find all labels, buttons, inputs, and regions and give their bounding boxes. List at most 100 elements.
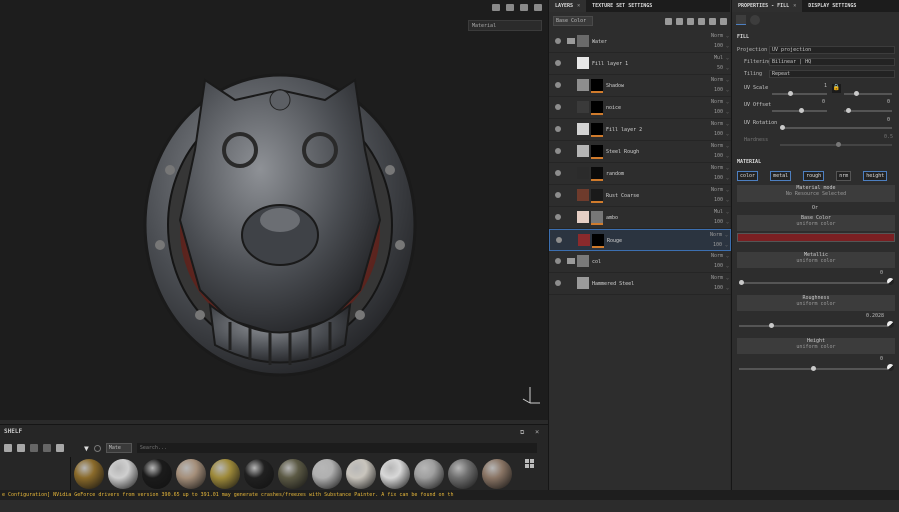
layer-row[interactable]: Water Norm 100 ⌄ ⌄	[549, 31, 731, 53]
material-thumbnail[interactable]	[74, 459, 104, 489]
folder-icon[interactable]	[709, 17, 716, 25]
eye-icon[interactable]	[555, 38, 561, 44]
layer-row[interactable]: Rust Coarse Norm 100 ⌄ ⌄	[549, 185, 731, 207]
mask-thumbnail[interactable]	[591, 167, 603, 179]
eye-icon[interactable]	[555, 126, 561, 132]
tab-properties-fill[interactable]: PROPERTIES - FILL ×	[732, 0, 803, 12]
uv-offset-slider-a[interactable]	[772, 108, 827, 113]
viewport-3d[interactable]: Material	[0, 0, 548, 420]
mask-thumbnail[interactable]	[591, 189, 603, 201]
folder-icon[interactable]	[4, 444, 12, 452]
tiling-dropdown[interactable]: Repeat	[769, 70, 895, 78]
effect-icon[interactable]	[698, 17, 705, 25]
eye-icon[interactable]	[555, 82, 561, 88]
layer-settings-icon[interactable]	[736, 15, 746, 25]
eye-icon[interactable]	[555, 258, 561, 264]
mask-thumbnail[interactable]	[591, 123, 603, 135]
material-thumbnail[interactable]	[312, 459, 342, 489]
material-thumbnail[interactable]	[346, 459, 376, 489]
material-thumbnail[interactable]	[448, 459, 478, 489]
chevron-down-icon[interactable]: ⌄	[726, 143, 729, 149]
material-mode-block[interactable]: Material mode No Resource Selected	[737, 185, 895, 202]
blend-mode[interactable]: Norm	[711, 253, 723, 259]
light-icon[interactable]	[506, 3, 514, 11]
layer-row[interactable]: random Norm 100 ⌄ ⌄	[549, 163, 731, 185]
chevron-down-icon[interactable]: ⌄	[726, 33, 729, 39]
chevron-down-icon[interactable]: ⌄	[725, 232, 728, 238]
blend-mode[interactable]: Norm	[711, 33, 723, 39]
chip-metal[interactable]: metal	[770, 171, 792, 181]
hardness-slider[interactable]	[780, 142, 892, 147]
eye-icon[interactable]	[555, 60, 561, 66]
chevron-down-icon[interactable]: ⌄	[726, 131, 729, 137]
eye-icon[interactable]	[555, 170, 561, 176]
blend-mode[interactable]: Norm	[710, 232, 722, 238]
roughness-picker-icon[interactable]	[887, 321, 894, 328]
metallic-slider[interactable]	[739, 280, 887, 285]
video-icon[interactable]	[520, 3, 528, 11]
mask-thumbnail[interactable]	[591, 101, 603, 113]
channel-dropdown[interactable]: Base Color	[553, 16, 593, 26]
roughness-slider[interactable]	[739, 323, 887, 328]
layer-row[interactable]: Shadow Norm 100 ⌄ ⌄	[549, 75, 731, 97]
opacity-value[interactable]: 100	[714, 197, 723, 203]
uv-offset-slider-b[interactable]	[844, 108, 892, 113]
chevron-down-icon[interactable]: ⌄	[726, 87, 729, 93]
chevron-down-icon[interactable]: ⌄	[726, 209, 729, 215]
chevron-down-icon[interactable]: ⌄	[726, 285, 729, 291]
paint-layer-icon[interactable]	[665, 17, 672, 25]
chip-rough[interactable]: rough	[803, 171, 825, 181]
new-window-icon[interactable]	[17, 444, 25, 452]
blend-mode[interactable]: Norm	[711, 77, 723, 83]
material-thumbnail[interactable]	[176, 459, 206, 489]
tab-layers[interactable]: LAYERS ×	[549, 0, 587, 12]
chevron-down-icon[interactable]: ⌄	[726, 175, 729, 181]
eye-icon[interactable]	[555, 214, 561, 220]
blend-mode[interactable]: Norm	[711, 99, 723, 105]
import-icon[interactable]	[56, 444, 64, 452]
viewport-mode-dropdown[interactable]: Material	[468, 20, 542, 31]
screenshot-icon[interactable]	[534, 3, 542, 11]
layer-row[interactable]: Steel Rough Norm 100 ⌄ ⌄	[549, 141, 731, 163]
camera-icon[interactable]	[492, 3, 500, 11]
chevron-down-icon[interactable]: ⌄	[726, 253, 729, 259]
blend-mode[interactable]: Norm	[711, 121, 723, 127]
metallic-picker-icon[interactable]	[887, 278, 894, 285]
mask-thumbnail[interactable]	[591, 79, 603, 91]
material-thumbnail[interactable]	[278, 459, 308, 489]
chevron-down-icon[interactable]: ⌄	[726, 43, 729, 49]
shelf-float-icon[interactable]: ⧉	[520, 429, 524, 437]
material-thumbnail[interactable]	[210, 459, 240, 489]
chevron-down-icon[interactable]: ⌄	[726, 77, 729, 83]
chevron-down-icon[interactable]: ⌄	[726, 55, 729, 61]
blend-mode[interactable]: Norm	[711, 275, 723, 281]
blend-mode[interactable]: Mul	[714, 55, 723, 61]
opacity-value[interactable]: 100	[714, 153, 723, 159]
tab-display-settings[interactable]: DISPLAY SETTINGS	[802, 0, 862, 12]
opacity-value[interactable]: 100	[714, 285, 723, 291]
eye-icon[interactable]	[555, 148, 561, 154]
eye-icon[interactable]	[556, 237, 562, 243]
chevron-down-icon[interactable]: ⌄	[726, 165, 729, 171]
opacity-value[interactable]: 100	[713, 242, 722, 248]
grid-view-icon[interactable]	[30, 444, 38, 452]
mask-thumbnail[interactable]	[592, 234, 604, 246]
chip-height[interactable]: height	[863, 171, 888, 181]
material-thumbnail[interactable]	[142, 459, 172, 489]
chevron-down-icon[interactable]: ⌄	[725, 242, 728, 248]
chevron-down-icon[interactable]: ⌄	[726, 99, 729, 105]
chevron-down-icon[interactable]: ⌄	[726, 263, 729, 269]
height-picker-icon[interactable]	[887, 364, 894, 371]
blend-mode[interactable]: Mul	[714, 209, 723, 215]
chevron-down-icon[interactable]: ⌄	[726, 275, 729, 281]
height-slider[interactable]	[739, 366, 887, 371]
opacity-value[interactable]: 100	[714, 87, 723, 93]
layer-row[interactable]: Rouge Norm 100 ⌄ ⌄	[549, 229, 731, 251]
layer-row[interactable]: col Norm 100 ⌄ ⌄	[549, 251, 731, 273]
brush-icon[interactable]	[43, 444, 51, 452]
shelf-filter-tag[interactable]: Mate	[105, 443, 132, 453]
material-sphere-icon[interactable]	[750, 15, 760, 25]
material-thumbnail[interactable]	[482, 459, 512, 489]
opacity-value[interactable]: 100	[714, 43, 723, 49]
mask-thumbnail[interactable]	[591, 211, 603, 223]
